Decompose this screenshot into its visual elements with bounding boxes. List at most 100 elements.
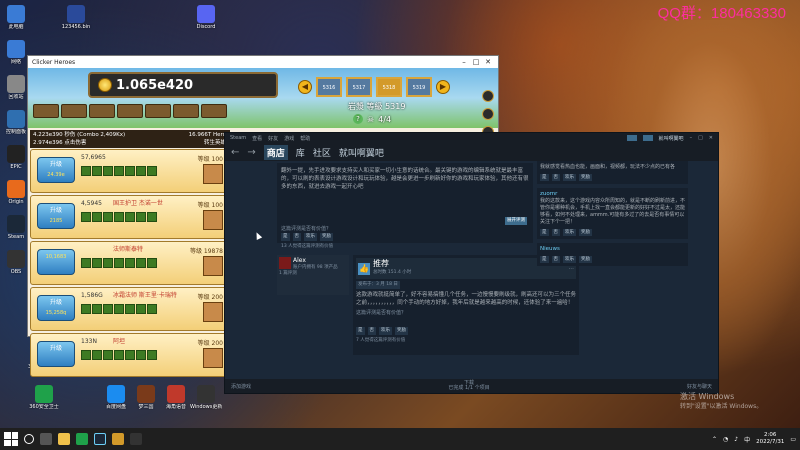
upgrade-icon[interactable] (92, 212, 102, 222)
upgrade-icon[interactable] (125, 166, 135, 176)
menu-item[interactable]: 查看 (252, 135, 262, 142)
steam-user-menu[interactable]: 就叫啊翼吧 (659, 135, 684, 142)
upgrade-icon[interactable] (81, 350, 91, 360)
clock[interactable]: 2:06 2022/7/31 (756, 432, 784, 446)
minimize-icon[interactable]: – (690, 135, 693, 141)
desktop-icon[interactable]: 梦三国 (130, 385, 162, 410)
tab-achievements[interactable] (173, 104, 199, 118)
upgrade-icon[interactable] (103, 166, 113, 176)
upgrade-icon[interactable] (81, 212, 91, 222)
upgrade-icon[interactable] (103, 258, 113, 268)
nav-username[interactable]: 就叫啊翼吧 (339, 146, 384, 159)
vote-funny-button[interactable]: 欢乐 (563, 256, 576, 263)
steam-taskbar-icon[interactable] (94, 433, 106, 445)
notifications-icon[interactable] (642, 135, 653, 141)
upgrade-icon[interactable] (114, 304, 124, 314)
minimize-icon[interactable]: – (458, 58, 470, 66)
tab-clan[interactable] (201, 104, 227, 118)
menu-item[interactable]: 帮助 (300, 135, 310, 142)
upgrade-icon[interactable] (125, 212, 135, 222)
upgrade-icon[interactable] (114, 166, 124, 176)
maximize-icon[interactable]: □ (698, 135, 703, 141)
desktop-icon[interactable]: 此电脑 (0, 5, 32, 30)
close-icon[interactable]: ✕ (482, 58, 494, 66)
friends-chat-button[interactable]: 好友与聊天 (687, 383, 712, 390)
vote-funny-button[interactable]: 欢乐 (563, 174, 576, 181)
upgrade-icon[interactable] (136, 258, 146, 268)
upgrade-icon[interactable] (81, 166, 91, 176)
vote-no-button[interactable]: 否 (551, 174, 560, 181)
award-button[interactable]: 奖励 (579, 229, 592, 236)
vote-yes-button[interactable]: 是 (281, 233, 290, 241)
upgrade-icon[interactable] (147, 166, 157, 176)
zone-item-current[interactable]: 5318 (376, 77, 402, 97)
zone-item[interactable]: 5316 (316, 77, 342, 97)
task-view-icon[interactable] (40, 433, 52, 445)
close-icon[interactable]: ✕ (709, 135, 713, 141)
browser-icon[interactable] (76, 433, 88, 445)
upgrade-icon[interactable] (103, 212, 113, 222)
level-up-button[interactable]: 升级 (37, 341, 75, 367)
desktop-icon[interactable]: 海角语音 (160, 385, 192, 410)
menu-item[interactable]: Steam (230, 135, 246, 141)
nav-community[interactable]: 社区 (313, 146, 331, 159)
desktop-icon[interactable]: 123456.bin (60, 5, 92, 30)
award-button[interactable]: 奖励 (579, 256, 592, 263)
award-button[interactable]: 奖励 (579, 174, 592, 181)
vote-yes-button[interactable]: 是 (540, 174, 549, 181)
upgrade-icon[interactable] (147, 350, 157, 360)
upgrade-icon[interactable] (136, 212, 146, 222)
avatar[interactable] (279, 257, 291, 269)
review-author[interactable]: Alex 账户内拥有 98 项产品 1 篇评测 (277, 255, 349, 295)
vote-funny-button[interactable]: 欢乐 (304, 233, 317, 241)
vote-no-button[interactable]: 否 (551, 256, 560, 263)
upgrade-icon[interactable] (136, 350, 146, 360)
upgrade-icon[interactable] (136, 166, 146, 176)
ascend-label[interactable]: 转生英雄 (189, 139, 226, 147)
network-icon[interactable]: ◔ (723, 436, 728, 443)
upgrade-icon[interactable] (147, 258, 157, 268)
vote-no-button[interactable]: 否 (551, 229, 560, 236)
tab-mercenaries[interactable] (145, 104, 171, 118)
tab-heroes[interactable] (33, 104, 59, 118)
tab-outsiders[interactable] (117, 104, 143, 118)
menu-item[interactable]: 游戏 (284, 135, 294, 142)
upgrade-icon[interactable] (114, 258, 124, 268)
upgrade-icon[interactable] (147, 304, 157, 314)
zone-prev-arrow-icon[interactable]: ◀ (298, 80, 312, 94)
level-up-button[interactable]: 升级 24.39e (37, 157, 75, 183)
side-review-user[interactable]: zuomr (540, 191, 685, 198)
volume-icon[interactable]: ♪ (734, 436, 738, 443)
upgrade-icon[interactable] (114, 350, 124, 360)
upgrade-icon[interactable] (103, 304, 113, 314)
upgrade-icon[interactable] (125, 258, 135, 268)
vote-funny-button[interactable]: 欢乐 (379, 327, 392, 335)
chevron-up-icon[interactable]: ⌃ (712, 436, 717, 443)
side-review-user[interactable]: Nieuws (540, 246, 685, 253)
upgrade-icon[interactable] (103, 350, 113, 360)
start-menu-icon[interactable] (4, 432, 18, 446)
vote-no-button[interactable]: 否 (367, 327, 376, 335)
tab-ancients[interactable] (89, 104, 115, 118)
vote-funny-button[interactable]: 欢乐 (563, 229, 576, 236)
desktop-icon[interactable]: 百度网盘 (100, 385, 132, 410)
vote-yes-button[interactable]: 是 (356, 327, 365, 335)
help-icon[interactable]: ? (353, 114, 363, 124)
level-up-button[interactable]: 升级 15,258q (37, 295, 75, 321)
desktop-icon[interactable]: Windows更新 (190, 385, 222, 410)
award-button[interactable]: 奖励 (320, 233, 333, 241)
obs-taskbar-icon[interactable] (130, 433, 142, 445)
upgrade-icon[interactable] (92, 350, 102, 360)
level-up-button[interactable]: 10,1683 (37, 249, 75, 275)
upgrade-icon[interactable] (114, 212, 124, 222)
nav-library[interactable]: 库 (296, 146, 305, 159)
zone-item[interactable]: 5319 (406, 77, 432, 97)
zone-item[interactable]: 5317 (346, 77, 372, 97)
upgrade-icon[interactable] (125, 350, 135, 360)
upgrade-icon[interactable] (125, 304, 135, 314)
file-explorer-icon[interactable] (58, 433, 70, 445)
level-up-button[interactable]: 升级 2185 (37, 203, 75, 229)
clicker-heroes-taskbar-icon[interactable] (112, 433, 124, 445)
game-scene[interactable]: 1.065e420 ◀ 5316 5317 5318 5319 ▶ 岩漿 等級 … (28, 68, 498, 138)
steam-window[interactable]: Steam 查看 好友 游戏 帮助 就叫啊翼吧 – □ ✕ ← → 商店 库 社… (224, 132, 719, 394)
